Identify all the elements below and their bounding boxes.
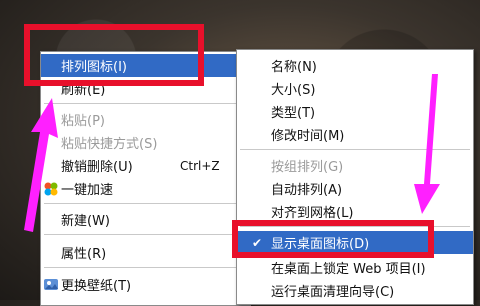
annotation-arrow-up-left-icon (24, 98, 58, 232)
annotation-arrows (24, 74, 440, 232)
annotation-arrow-down-right-icon (414, 74, 440, 214)
